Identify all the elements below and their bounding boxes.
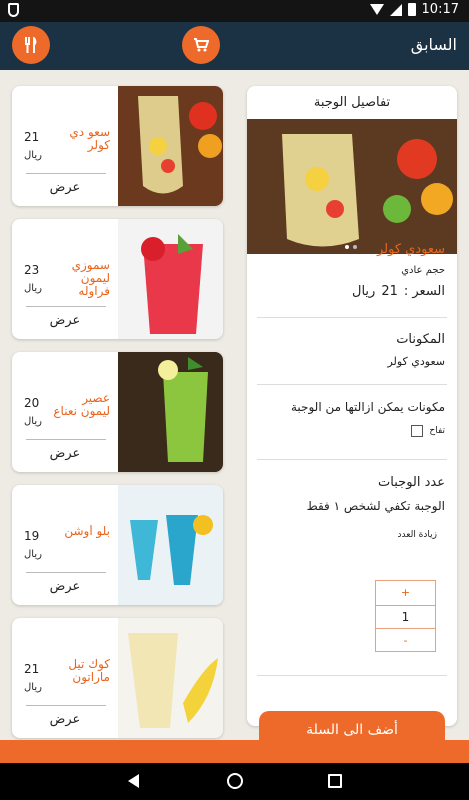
price-label: السعر : [403, 284, 445, 299]
meal-name: بلو أوشن [64, 525, 110, 538]
divider [26, 306, 106, 307]
details-size: حجم عادي [401, 265, 445, 276]
details-meal-name: سعودي كولر [376, 242, 445, 257]
view-button[interactable]: عرض [12, 313, 118, 328]
divider [26, 705, 106, 706]
meal-name: كوك تيل ماراتون [68, 658, 110, 684]
ingredients-text: سعودي كولر [387, 355, 445, 368]
nav-home-icon[interactable] [227, 773, 243, 789]
ingredients-title: المكونات [396, 332, 445, 347]
meal-name: سموزي ليمون فراوله ونعناع [71, 259, 110, 299]
details-title: تفاصيل الوجبة [313, 95, 391, 110]
nav-recent-icon[interactable] [328, 774, 342, 788]
signal-icon [389, 3, 402, 16]
main-content: سعو دي كولر 21 ريال عرض سموزي ليمون فراو… [0, 70, 469, 740]
removable-title: مكونات يمكن ازالتها من الوجبة [291, 400, 445, 414]
meal-price: 23 [24, 263, 40, 277]
status-icons: 10:17 [369, 2, 459, 17]
nav-back-icon[interactable] [128, 774, 139, 788]
meal-image [118, 219, 223, 339]
cart-button[interactable] [182, 26, 220, 64]
divider [257, 459, 447, 460]
increase-button[interactable]: + [376, 581, 435, 605]
meal-price: 19 [24, 529, 40, 543]
meals-count-desc: الوجبة تكفي لشخص ١ فقط [306, 499, 445, 513]
view-button[interactable]: عرض [12, 712, 118, 727]
removable-option[interactable]: تفاح [411, 425, 445, 437]
battery-icon [407, 3, 416, 16]
menu-card[interactable]: سعو دي كولر 21 ريال عرض [12, 86, 223, 206]
menu-card[interactable]: عصير ليمون نعناع 20 ريال عرض [12, 352, 223, 472]
menu-card[interactable]: كوك تيل ماراتون 21 ريال عرض [12, 618, 223, 738]
meal-currency: ريال [24, 682, 42, 693]
meal-image [118, 618, 223, 738]
status-bar: 10:17 [0, 0, 469, 22]
meal-image [118, 86, 223, 206]
logo-button[interactable] [12, 26, 50, 64]
cart-icon [194, 38, 209, 52]
view-button[interactable]: عرض [12, 446, 118, 461]
meal-name: سعو دي كولر [69, 126, 110, 152]
menu-card-info: سعو دي كولر 21 ريال عرض [12, 86, 118, 206]
divider [257, 675, 447, 676]
increase-label: زيادة العدد [397, 530, 438, 540]
divider [257, 384, 447, 385]
price-value: 21 [381, 284, 398, 299]
meal-currency: ريال [24, 150, 42, 161]
meal-price: 20 [24, 396, 40, 410]
shield-icon [8, 3, 19, 17]
meals-count-title: عدد الوجبات [378, 475, 445, 490]
fork-knife-icon [25, 37, 37, 53]
add-to-cart-button[interactable]: أضف الى السلة [259, 711, 445, 751]
menu-card-info: سموزي ليمون فراوله ونعناع 23 ريال عرض [12, 219, 118, 339]
meal-currency: ريال [24, 416, 42, 427]
meal-currency: ريال [24, 549, 42, 560]
divider [257, 317, 447, 318]
meal-image [118, 485, 223, 605]
meal-currency: ريال [24, 283, 42, 294]
system-nav-bar [0, 763, 469, 800]
menu-card[interactable]: بلو أوشن 19 ريال عرض [12, 485, 223, 605]
meal-details-panel: تفاصيل الوجبة سعودي كولر حجم عادي السعر … [247, 86, 457, 726]
removable-option-label: تفاح [429, 426, 445, 436]
checkbox[interactable] [411, 425, 424, 437]
menu-card-info: بلو أوشن 19 ريال عرض [12, 485, 118, 605]
meal-price: 21 [24, 130, 40, 144]
menu-card-info: كوك تيل ماراتون 21 ريال عرض [12, 618, 118, 738]
back-button[interactable]: السابق [411, 35, 457, 54]
menu-card-info: عصير ليمون نعناع 20 ريال عرض [12, 352, 118, 472]
view-button[interactable]: عرض [12, 579, 118, 594]
decrease-button[interactable]: - [376, 629, 435, 653]
app-bar: السابق [0, 22, 469, 70]
status-time: 10:17 [421, 2, 459, 17]
menu-card[interactable]: سموزي ليمون فراوله ونعناع 23 ريال عرض [12, 219, 223, 339]
meal-image [118, 352, 223, 472]
divider [26, 572, 106, 573]
meal-name: عصير ليمون نعناع [53, 392, 110, 418]
divider [26, 173, 106, 174]
wifi-icon [369, 3, 384, 16]
meal-price: 21 [24, 662, 40, 676]
quantity-value: 1 [376, 605, 435, 629]
meal-hero-image [247, 119, 457, 254]
details-price-row: السعر : 21 ريال [352, 284, 445, 299]
price-currency: ريال [352, 284, 376, 299]
view-button[interactable]: عرض [12, 180, 118, 195]
quantity-stepper: + 1 - [375, 580, 436, 652]
divider [26, 439, 106, 440]
